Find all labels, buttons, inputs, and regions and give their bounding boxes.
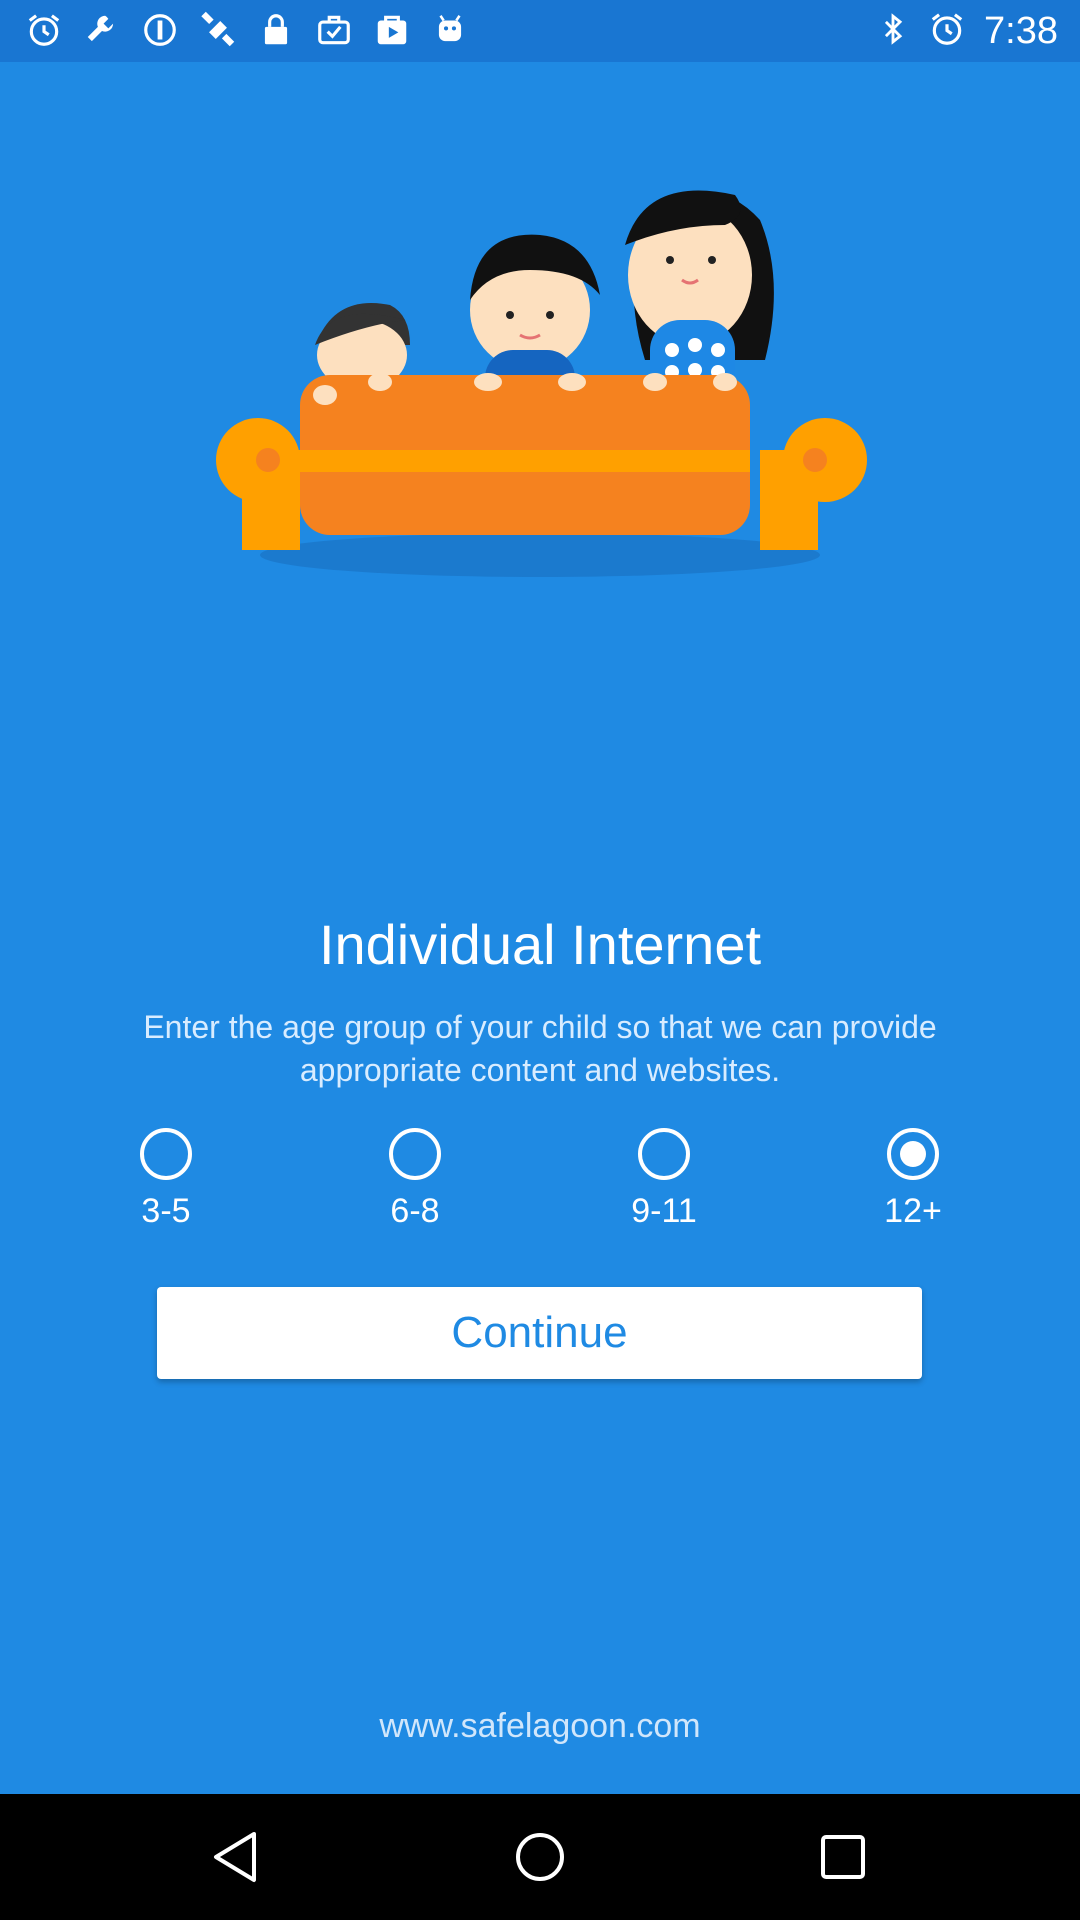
age-label: 12+ [884,1192,942,1230]
age-option-6-8[interactable]: 6-8 [350,1128,480,1248]
sofa [216,373,867,550]
age-label: 3-5 [141,1192,191,1230]
website-link[interactable]: www.safelagoon.com [0,1707,1080,1746]
status-right: 7:38 [876,0,1058,62]
radio-button[interactable] [140,1128,192,1180]
alarm-icon [928,10,966,53]
continue-button[interactable]: Continue [157,1287,922,1379]
notification-icons [24,10,470,50]
briefcase-check-icon [314,10,354,50]
radio-button[interactable] [638,1128,690,1180]
wrench-icon [82,10,122,50]
play-store-icon [372,10,412,50]
recents-icon[interactable] [810,1824,876,1890]
back-icon[interactable] [204,1824,270,1890]
bluetooth-icon [876,10,910,53]
info-icon [140,10,180,50]
radio-button[interactable] [389,1128,441,1180]
status-bar: 7:38 [0,0,1080,62]
age-option-12-plus[interactable]: 12+ [848,1128,978,1248]
satellite-icon [198,10,238,50]
page-title: Individual Internet [318,913,762,976]
navigation-bar [0,1794,1080,1920]
page-subtitle: Enter the age group of your child so tha… [143,1009,937,1088]
home-icon[interactable] [507,1824,573,1890]
age-option-9-11[interactable]: 9-11 [599,1128,729,1248]
android-icon [430,10,470,50]
lock-icon [256,10,296,50]
age-option-3-5[interactable]: 3-5 [101,1128,231,1248]
status-time: 7:38 [984,9,1058,52]
radio-button[interactable] [887,1128,939,1180]
age-label: 9-11 [631,1192,697,1230]
alarm-icon [24,10,64,50]
age-label: 6-8 [390,1192,440,1230]
family-sofa-illustration [216,190,867,577]
